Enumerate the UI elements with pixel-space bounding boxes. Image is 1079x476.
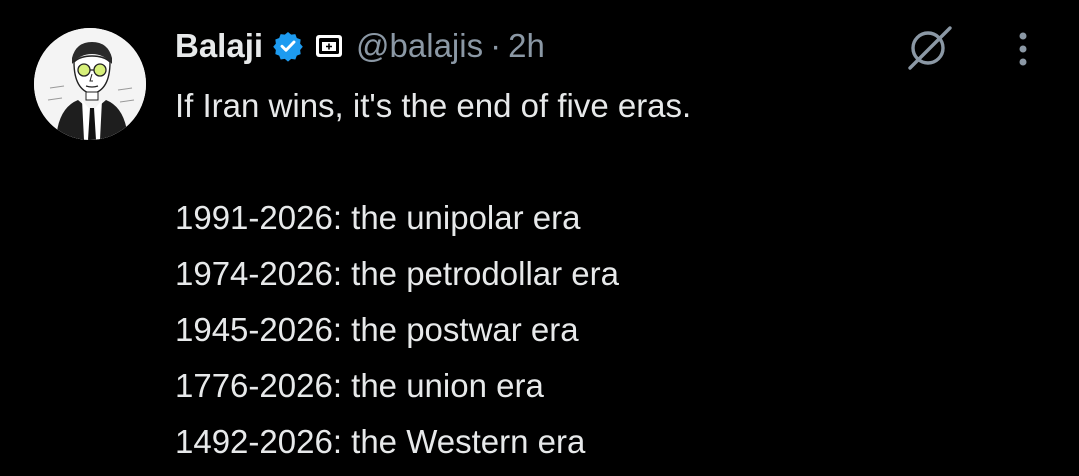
verified-check-icon [272, 30, 304, 62]
author-handle[interactable]: @balajis [356, 27, 483, 65]
author-name[interactable]: Balaji [175, 27, 263, 65]
separator-dot: · [490, 27, 502, 64]
era-line: 1492-2026: the Western era [175, 423, 586, 460]
era-line: 1991-2026: the unipolar era [175, 199, 581, 236]
tweet-intro-line: If Iran wins, it's the end of five eras. [175, 87, 692, 124]
era-line: 1945-2026: the postwar era [175, 311, 579, 348]
avatar[interactable] [34, 28, 146, 140]
timestamp[interactable]: 2h [508, 27, 545, 65]
tweet[interactable]: Balaji @balajis · 2h If Iran wins, it's … [0, 0, 1079, 476]
era-line: 1974-2026: the petrodollar era [175, 255, 619, 292]
avatar-sketch-image [34, 28, 146, 140]
more-vertical-icon[interactable] [1006, 24, 1040, 70]
affiliate-square-plus-icon[interactable] [314, 31, 344, 61]
tweet-text: If Iran wins, it's the end of five eras.… [175, 78, 1055, 470]
era-line: 1776-2026: the union era [175, 367, 544, 404]
grok-slash-icon[interactable] [904, 20, 956, 72]
tweet-header: Balaji @balajis · 2h [175, 24, 545, 68]
